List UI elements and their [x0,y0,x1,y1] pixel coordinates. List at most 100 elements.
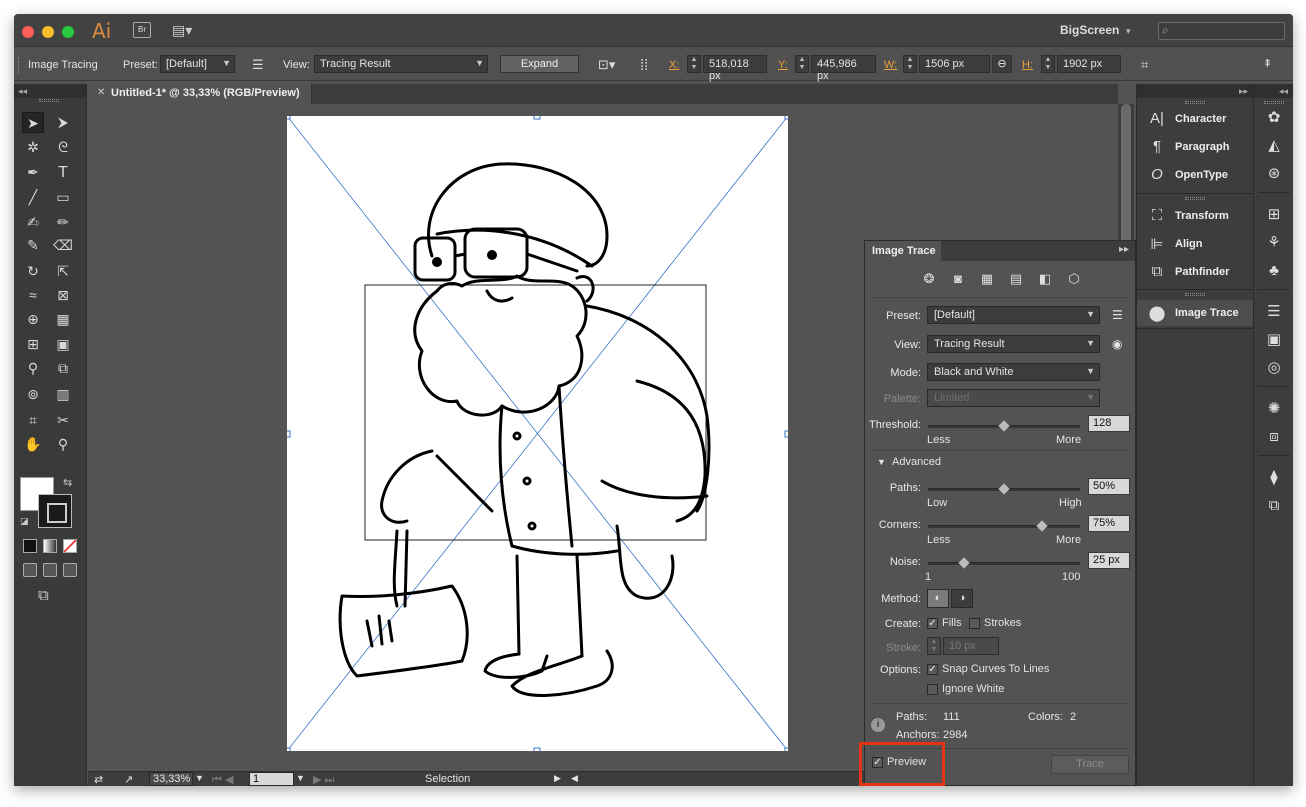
gradient-icon[interactable]: ▣ [1263,330,1285,350]
artboards-icon[interactable]: ⧈ [1263,427,1285,447]
width-tool-icon[interactable]: ≈ [22,285,44,306]
status-text[interactable]: Selection [425,773,470,785]
dock-item-character[interactable]: A| Character [1137,106,1254,132]
black-and-white-icon[interactable]: ◧ [1036,271,1054,287]
preset-select[interactable]: [Default] ▼ [160,55,235,73]
dock-item-align[interactable]: ⊫ Align [1137,231,1254,257]
rotate-tool-icon[interactable]: ↻ [22,261,44,282]
zoom-field[interactable]: 33,33% [149,772,193,786]
reference-point-icon[interactable]: ⊡▾ [598,57,615,73]
gradient-tool-icon[interactable]: ▣ [52,334,74,355]
overlapping-method-button[interactable]: ◑ [951,589,973,608]
perspective-grid-tool-icon[interactable]: ▦ [52,309,74,330]
minimize-window-button[interactable] [42,26,54,38]
draw-behind-icon[interactable] [43,563,57,577]
low-color-icon[interactable]: ▦ [978,271,996,287]
preset-list-icon[interactable]: ☰ [252,57,264,73]
abutting-method-button[interactable]: ◐ [927,589,949,608]
next-artboard-icon[interactable]: ▶ ⏭ [313,773,334,786]
dock-item-image-trace[interactable]: ⬤ Image Trace [1137,300,1254,326]
isolate-object-icon[interactable]: ⌗ [1141,57,1148,73]
trace-view-select[interactable]: Tracing Result ▼ [927,335,1100,353]
transform-origin-icon[interactable]: ⁞⁞ [640,57,648,74]
line-tool-icon[interactable]: ╱ [22,187,44,208]
dock-collapse-icon[interactable]: ▸▸ [1137,84,1253,98]
zoom-window-button[interactable] [62,26,74,38]
corners-slider-thumb[interactable] [1036,520,1048,532]
noise-input[interactable]: 25 px [1088,552,1130,569]
type-tool-icon[interactable]: T [52,162,74,183]
first-artboard-icon[interactable]: ⏮ ◀ [212,773,233,786]
paintbrush-tool-icon[interactable]: ✍ [22,212,44,233]
w-stepper[interactable]: ▲ ▼ [903,55,917,73]
artboard-dropdown-icon[interactable]: ▼ [296,773,305,783]
color-mode-icon[interactable] [23,539,37,553]
close-tab-icon[interactable]: ✕ [97,87,105,98]
expand-button[interactable]: Expand [500,55,579,73]
tools-grip[interactable] [39,99,59,102]
artboard-tool-icon[interactable]: ⌗ [22,410,44,431]
snap-curves-checkbox[interactable]: ✓ [927,664,938,675]
y-input[interactable]: 445,986 px [811,55,876,82]
strip-collapse-icon[interactable]: ◂◂ [1254,84,1293,98]
x-stepper[interactable]: ▲ ▼ [687,55,701,73]
y-stepper[interactable]: ▲ ▼ [795,55,809,73]
dock-grip[interactable] [1185,101,1205,104]
ignore-white-checkbox[interactable] [927,684,938,695]
brushes-icon[interactable]: ⚘ [1263,233,1285,253]
transparency-icon[interactable]: ◎ [1263,358,1285,378]
status-menu-icon[interactable]: ▶ [554,773,561,784]
screen-mode-icon[interactable]: ⧉ [38,587,49,604]
dock-grip[interactable] [1185,197,1205,200]
none-mode-icon[interactable] [63,539,77,553]
arrange-documents-button[interactable]: ▤▾ [172,22,200,38]
artboard-number-field[interactable]: 1 [249,772,294,786]
paths-slider-thumb[interactable] [998,483,1010,495]
high-color-icon[interactable]: ◙ [949,271,967,287]
free-transform-tool-icon[interactable]: ⊠ [52,285,74,306]
pen-tool-icon[interactable]: ✒ [22,162,44,183]
document-tab[interactable]: ✕ Untitled-1* @ 33,33% (RGB/Preview) [88,84,312,104]
swatches-icon[interactable]: ⊞ [1263,205,1285,225]
zoom-tool-icon[interactable]: ⚲ [52,434,74,455]
blob-brush-tool-icon[interactable]: ✎ [22,235,44,256]
swap-fill-stroke-icon[interactable]: ⇆ [63,476,72,489]
workspace-switcher[interactable]: BigScreen ▾ [1060,23,1131,37]
arrangement-icon[interactable]: ⇄ [94,773,103,786]
paths-input[interactable]: 50% [1088,478,1130,495]
paths-slider[interactable] [928,483,1080,495]
advanced-toggle[interactable]: ▼ Advanced [877,456,941,468]
fills-checkbox[interactable]: ✓ [927,618,938,629]
strokes-checkbox[interactable] [969,618,980,629]
dock-item-opentype[interactable]: O OpenType [1137,162,1254,188]
scale-tool-icon[interactable]: ⇱ [52,261,74,282]
blend-tool-icon[interactable]: ⧉ [52,358,74,379]
auto-color-icon[interactable]: ❂ [920,271,938,287]
trace-mode-select[interactable]: Black and White ▼ [927,363,1100,381]
layers-icon[interactable]: ⧫ [1263,468,1285,488]
gradient-mode-icon[interactable] [43,539,57,553]
selection-tool-icon[interactable]: ➤ [22,112,44,133]
threshold-input[interactable]: 128 [1088,415,1130,432]
default-fill-stroke-icon[interactable]: ◪ [20,516,29,527]
panel-menu-icon[interactable]: ▸▸ [1119,244,1129,255]
lasso-tool-icon[interactable]: ᘓ [52,137,74,158]
appearance-icon[interactable]: ✺ [1263,399,1285,419]
eyedropper-tool-icon[interactable]: ⚲ [22,358,44,379]
strip-grip[interactable] [1264,101,1284,104]
control-bar-grip[interactable] [18,57,21,73]
constrain-proportions-link-icon[interactable]: ⊖ [992,55,1012,73]
scroll-left-icon[interactable]: ◀ [571,773,578,784]
links-icon[interactable]: ⧉ [1263,496,1285,516]
symbols-icon[interactable]: ⊛ [1263,164,1285,184]
view-source-eye-icon[interactable]: ◉ [1112,337,1122,351]
draw-normal-icon[interactable] [23,563,37,577]
eraser-tool-icon[interactable]: ⌫ [52,235,74,256]
hand-tool-icon[interactable]: ✋ [22,434,44,455]
artboard[interactable] [283,112,792,755]
noise-slider[interactable] [928,557,1080,569]
grayscale-icon[interactable]: ▤ [1007,271,1025,287]
help-search-input[interactable]: ⌕ [1158,22,1285,40]
control-bar-menu-icon[interactable]: ⇞ [1263,57,1272,70]
share-icon[interactable]: ↗ [124,773,133,786]
